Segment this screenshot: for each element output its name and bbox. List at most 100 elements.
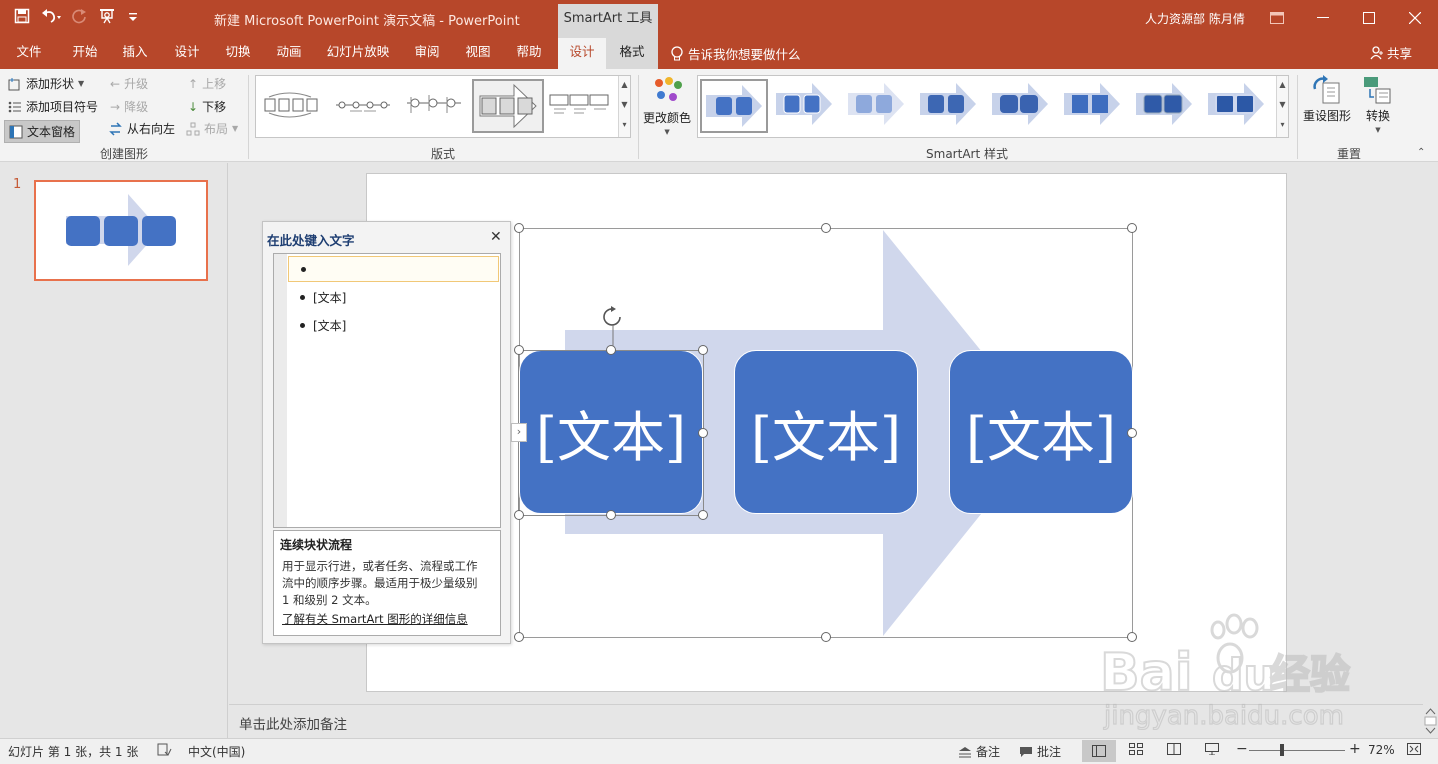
right-to-left-button[interactable]: 从右向左 — [108, 120, 175, 137]
comments-toggle[interactable]: 批注 — [1019, 743, 1061, 760]
text-pane-item[interactable]: [文本] — [288, 284, 499, 310]
slideshow-button[interactable] — [1205, 743, 1219, 755]
reading-view-icon — [1167, 743, 1181, 755]
resize-handle[interactable] — [514, 510, 524, 520]
close-icon[interactable]: ✕ — [490, 229, 502, 245]
minimize-button[interactable] — [1308, 6, 1338, 30]
maximize-button[interactable] — [1354, 6, 1384, 30]
resize-handle[interactable] — [821, 223, 831, 233]
style-option-8[interactable] — [1204, 79, 1272, 133]
zoom-thumb[interactable] — [1280, 744, 1284, 756]
tab-insert[interactable]: 插入 — [114, 38, 156, 69]
smartart-box-2[interactable]: [文本] — [734, 350, 918, 514]
resize-handle[interactable] — [606, 510, 616, 520]
demote-button[interactable]: → 降级 — [110, 98, 148, 115]
style-option-4[interactable] — [916, 79, 984, 133]
layout-option-continuous-block-process[interactable] — [472, 79, 544, 133]
resize-handle[interactable] — [821, 632, 831, 642]
tab-file[interactable]: 文件 — [8, 38, 50, 69]
resize-handle[interactable] — [606, 345, 616, 355]
scroll-arrows-icon — [1424, 708, 1437, 734]
layout-option-2[interactable] — [330, 79, 396, 133]
resize-handle[interactable] — [698, 510, 708, 520]
tab-view[interactable]: 视图 — [457, 38, 499, 69]
move-up-button[interactable]: ↑ 上移 — [188, 75, 226, 92]
style-option-2[interactable] — [772, 79, 840, 133]
save-icon[interactable] — [14, 8, 30, 24]
dropdown-arrow-icon: ▼ — [664, 128, 670, 136]
resize-handle[interactable] — [514, 223, 524, 233]
spell-check-icon[interactable] — [156, 743, 172, 757]
tell-me-box[interactable]: 告诉我你想要做什么 — [670, 44, 801, 63]
layout-option-3[interactable] — [401, 79, 467, 133]
change-colors-button[interactable]: 更改颜色 ▼ — [643, 75, 691, 136]
slide-thumbnail[interactable] — [34, 180, 208, 281]
present-icon[interactable] — [98, 8, 118, 24]
smartart-box-3[interactable]: [文本] — [949, 350, 1133, 514]
tab-smartart-format[interactable]: 格式 — [606, 38, 658, 69]
ribbon-display-options-button[interactable] — [1262, 6, 1292, 30]
notes-toggle[interactable]: 备注 — [958, 743, 1000, 760]
tab-help[interactable]: 帮助 — [508, 38, 550, 69]
add-shape-button[interactable]: 添加形状 ▼ — [8, 75, 84, 92]
text-pane-title: 在此处键入文字 — [267, 233, 355, 248]
reading-view-button[interactable] — [1167, 743, 1181, 755]
resize-handle[interactable] — [698, 428, 708, 438]
normal-view-button[interactable] — [1082, 740, 1116, 762]
close-window-button[interactable] — [1400, 6, 1430, 30]
language-indicator[interactable]: 中文(中国) — [188, 743, 245, 760]
zoom-slider[interactable] — [1249, 744, 1345, 758]
tab-review[interactable]: 审阅 — [406, 38, 448, 69]
style-option-1[interactable] — [700, 79, 768, 133]
rotate-handle-icon[interactable] — [600, 306, 626, 346]
collapse-ribbon-button[interactable]: ⌃ — [1417, 147, 1425, 158]
add-bullet-button[interactable]: 添加项目符号 — [8, 98, 98, 115]
palette-icon — [655, 77, 682, 101]
tab-animations[interactable]: 动画 — [268, 38, 310, 69]
style-option-7[interactable] — [1132, 79, 1200, 133]
layout-option-1[interactable] — [259, 79, 325, 133]
zoom-level[interactable]: 72% — [1368, 743, 1395, 757]
text-pane-toggle-tab[interactable]: › — [511, 423, 527, 442]
resize-handle[interactable] — [514, 632, 524, 642]
layouts-gallery-scroll[interactable]: ▲ ▼ ▾ — [618, 76, 630, 137]
styles-gallery-scroll[interactable]: ▲ ▼ ▾ — [1276, 76, 1288, 137]
scroll-down-icon[interactable]: ▼ — [1277, 96, 1288, 116]
scroll-down-icon[interactable]: ▼ — [619, 96, 630, 116]
share-button[interactable]: 共享 — [1370, 43, 1412, 62]
zoom-in-button[interactable]: + — [1349, 741, 1361, 757]
tab-home[interactable]: 开始 — [64, 38, 106, 69]
user-name[interactable]: 人力资源部 陈月倩 — [1145, 10, 1245, 27]
undo-icon[interactable] — [40, 8, 62, 24]
move-down-button[interactable]: ↓ 下移 — [188, 98, 226, 115]
customize-qat-icon[interactable] — [128, 8, 138, 24]
reset-graphic-button[interactable]: 重设图形 — [1303, 75, 1351, 124]
resize-handle[interactable] — [1127, 223, 1137, 233]
slide-sorter-button[interactable] — [1129, 743, 1143, 755]
tab-design[interactable]: 设计 — [166, 38, 208, 69]
layout-button[interactable]: 布局 ▼ — [186, 120, 238, 137]
more-icon[interactable]: ▾ — [1277, 116, 1288, 136]
promote-button[interactable]: ← 升级 — [110, 75, 148, 92]
tab-smartart-design[interactable]: 设计 — [558, 38, 606, 69]
zoom-out-button[interactable]: − — [1236, 741, 1248, 757]
tab-slideshow[interactable]: 幻灯片放映 — [322, 38, 394, 69]
tab-transitions[interactable]: 切换 — [217, 38, 259, 69]
learn-more-link[interactable]: 了解有关 SmartArt 图形的详细信息 — [282, 611, 468, 627]
style-option-5[interactable] — [988, 79, 1056, 133]
text-pane-item[interactable]: [文本] — [288, 312, 499, 338]
scroll-up-icon[interactable]: ▲ — [1277, 76, 1288, 96]
text-pane-item[interactable] — [288, 256, 499, 282]
vertical-scrollbar[interactable] — [1423, 704, 1438, 738]
layout-option-5[interactable] — [546, 79, 612, 133]
scroll-up-icon[interactable]: ▲ — [619, 76, 630, 96]
convert-button[interactable]: 转换 ▼ — [1362, 75, 1394, 134]
more-icon[interactable]: ▾ — [619, 116, 630, 136]
resize-handle[interactable] — [1127, 428, 1137, 438]
fit-to-window-button[interactable] — [1407, 743, 1421, 755]
style-option-6[interactable] — [1060, 79, 1128, 133]
style-option-3[interactable] — [844, 79, 912, 133]
text-pane-toggle[interactable]: 文本窗格 — [4, 120, 81, 143]
resize-handle[interactable] — [514, 345, 524, 355]
resize-handle[interactable] — [698, 345, 708, 355]
